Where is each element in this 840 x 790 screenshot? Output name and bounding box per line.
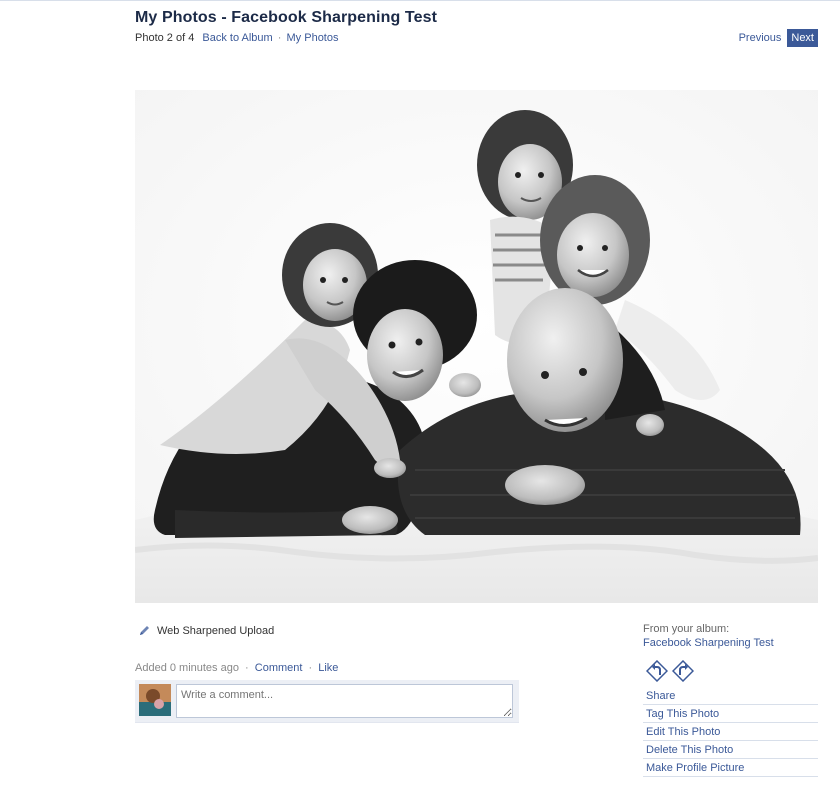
separator: · [277,32,282,44]
pencil-icon[interactable] [137,624,151,638]
photo-caption: Web Sharpened Upload [137,624,274,638]
top-border [0,0,840,1]
photo-meta: Added 0 minutes ago · Comment · Like [135,662,338,674]
avatar[interactable] [139,684,171,716]
family-photo-image [135,90,818,603]
separator: · [245,662,249,674]
like-link[interactable]: Like [318,662,338,674]
separator: · [308,662,313,674]
next-button[interactable]: Next [787,29,818,47]
rotate-controls [646,660,694,682]
from-album-label: From your album: [643,623,730,635]
delete-photo-link[interactable]: Delete This Photo [643,741,818,759]
comment-input[interactable] [176,684,513,718]
back-to-album-link[interactable]: Back to Album [202,32,272,44]
photo-subnav: Photo 2 of 4 Back to Album · My Photos [135,32,338,44]
rotate-left-icon[interactable] [646,660,668,682]
main-photo[interactable] [135,90,818,603]
page-title: My Photos - Facebook Sharpening Test [135,9,438,26]
added-time: Added 0 minutes ago [135,662,239,674]
share-link[interactable]: Share [643,687,818,705]
photo-count: Photo 2 of 4 [135,32,195,44]
photo-actions: Share Tag This Photo Edit This Photo Del… [643,687,818,777]
album-link[interactable]: Facebook Sharpening Test [643,637,774,649]
rotate-right-icon[interactable] [672,660,694,682]
tag-photo-link[interactable]: Tag This Photo [643,705,818,723]
my-photos-link[interactable]: My Photos [287,32,339,44]
caption-text: Web Sharpened Upload [157,625,275,637]
photo-pager: Previous Next [735,29,818,47]
edit-photo-link[interactable]: Edit This Photo [643,723,818,741]
previous-button[interactable]: Previous [735,29,786,47]
make-profile-picture-link[interactable]: Make Profile Picture [643,759,818,777]
comment-link[interactable]: Comment [255,662,303,674]
comment-form [135,680,519,723]
